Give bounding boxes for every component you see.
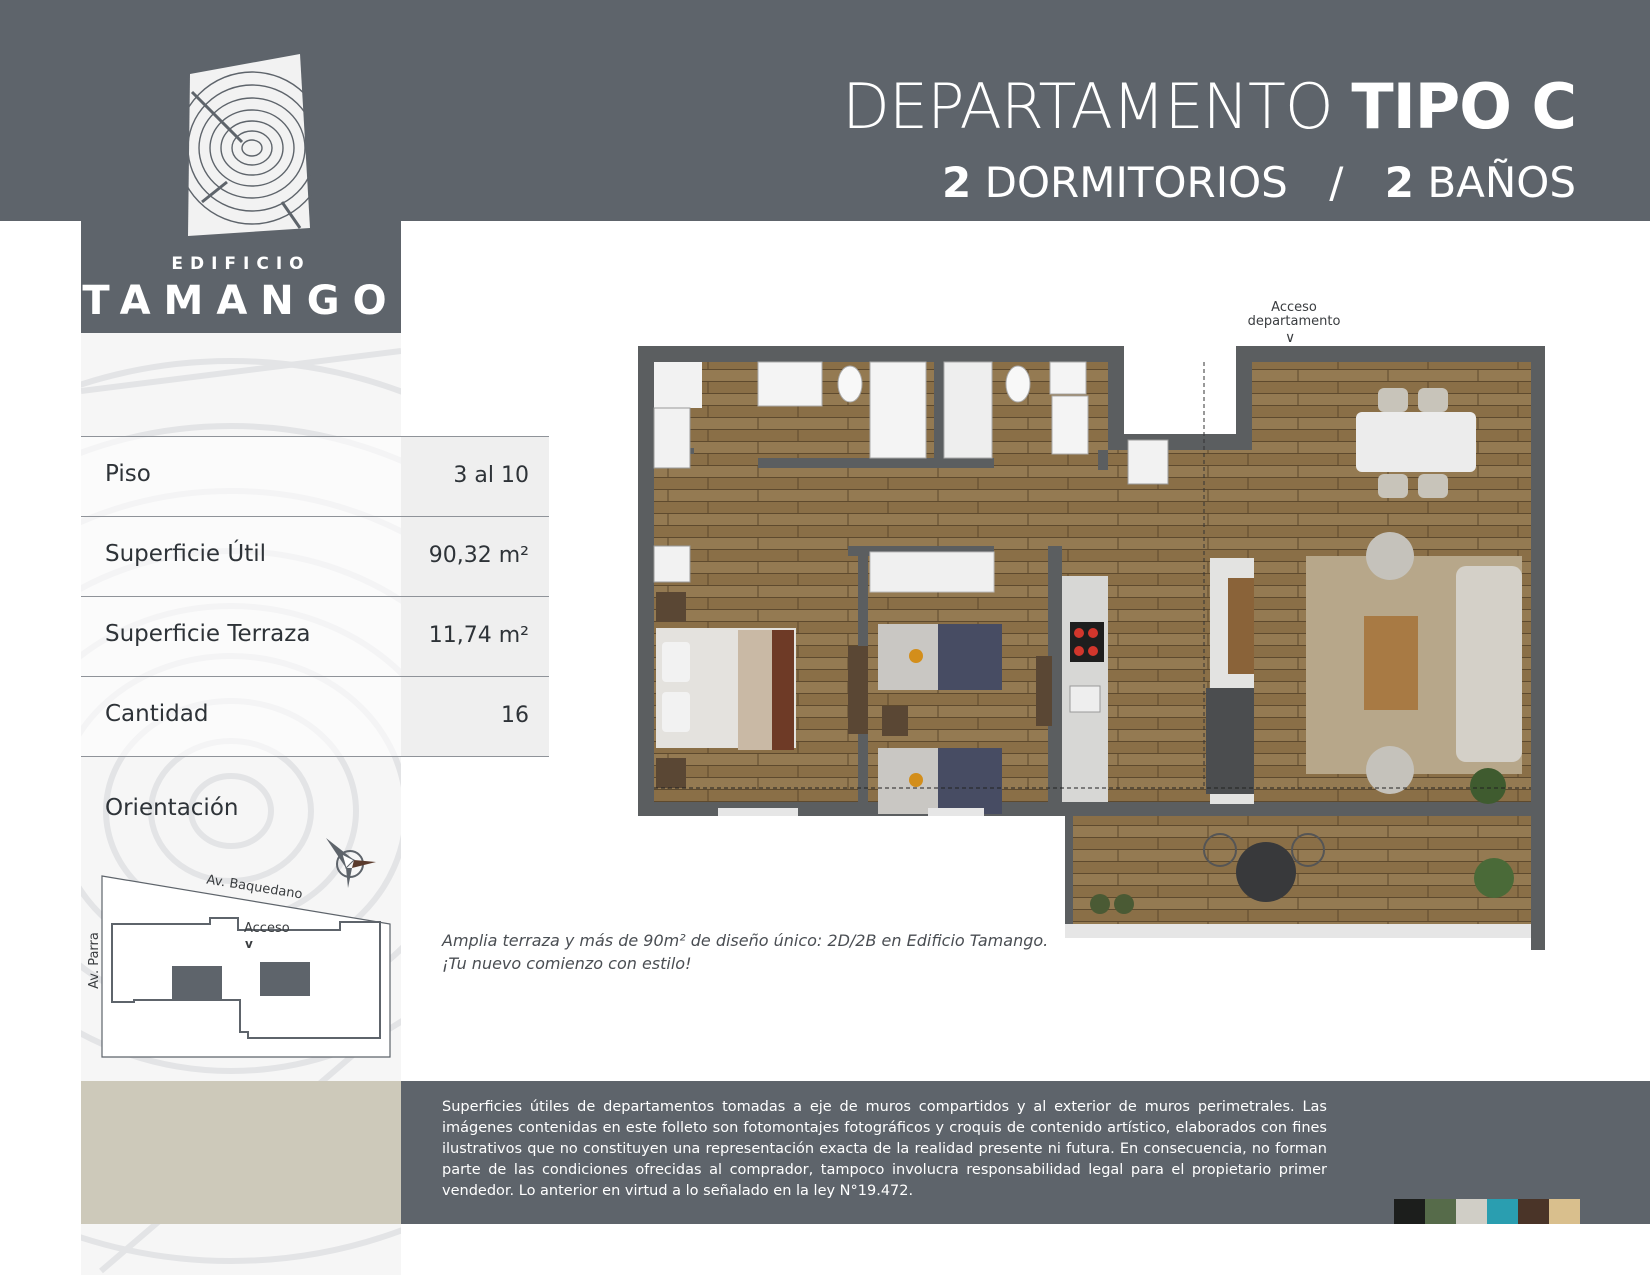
spec-value: 3 al 10 — [453, 463, 529, 488]
plan-access-arrow-icon: ∨ — [1285, 330, 1296, 346]
plan-caption: Amplia terraza y más de 90m² de diseño ú… — [442, 929, 1048, 975]
orientation-label: Orientación — [105, 795, 239, 821]
spec-value: 90,32 m² — [428, 543, 529, 568]
site-location-plan — [101, 875, 391, 1058]
palette-swatch — [1425, 1199, 1456, 1224]
spec-value: 11,74 m² — [428, 623, 529, 648]
title-bold: TIPO C — [1351, 70, 1577, 143]
spec-value: 16 — [501, 703, 529, 728]
page-subtitle: 2 DORMITORIOS / 2 BAÑOS — [942, 158, 1576, 207]
spec-row-terrace-area: Superficie Terraza 11,74 m² — [81, 596, 549, 676]
spec-table: Piso 3 al 10 Superficie Útil 90,32 m² Su… — [81, 436, 549, 757]
palette-swatch — [1549, 1199, 1580, 1224]
spec-row-quantity: Cantidad 16 — [81, 676, 549, 757]
palette-swatch — [1456, 1199, 1487, 1224]
color-palette — [1394, 1199, 1580, 1224]
plan-access-label: Acceso departamento — [1244, 301, 1344, 329]
caption-line1: Amplia terraza y más de 90m² de diseño ú… — [442, 931, 1049, 950]
plan-access-line1: Acceso — [1271, 300, 1317, 315]
spec-label: Piso — [105, 461, 151, 487]
baths-count: 2 — [1384, 158, 1414, 207]
bedrooms-count: 2 — [942, 158, 972, 207]
plan-access-line2: departamento — [1247, 314, 1341, 329]
tree-ring-logo-icon — [182, 54, 312, 236]
legal-disclaimer: Superficies útiles de departamentos toma… — [442, 1099, 1327, 1199]
spec-label: Superficie Terraza — [105, 621, 311, 647]
bedrooms-label: DORMITORIOS — [984, 158, 1288, 207]
street-label-side: Av. Parra — [86, 932, 102, 989]
spec-label: Superficie Útil — [105, 541, 266, 567]
title-light: DEPARTAMENTO — [842, 70, 1334, 143]
logo-name: TAMANGO — [82, 278, 400, 324]
site-access-arrow-icon: v — [245, 937, 253, 951]
spec-label: Cantidad — [105, 701, 209, 727]
footer-accent-block — [81, 1081, 401, 1224]
spec-row-useful-area: Superficie Útil 90,32 m² — [81, 516, 549, 596]
caption-line2: ¡Tu nuevo comienzo con estilo! — [442, 954, 692, 973]
spec-row-floor: Piso 3 al 10 — [81, 436, 549, 516]
palette-swatch — [1394, 1199, 1425, 1224]
page-title: DEPARTAMENTO TIPO C — [842, 70, 1577, 143]
palette-swatch — [1518, 1199, 1549, 1224]
baths-label: BAÑOS — [1427, 158, 1576, 207]
logo-subtitle: EDIFICIO — [171, 254, 311, 274]
palette-swatch — [1487, 1199, 1518, 1224]
floor-plan — [638, 346, 1545, 950]
subtitle-separator: / — [1329, 158, 1344, 207]
site-access-label: Acceso — [244, 921, 290, 936]
